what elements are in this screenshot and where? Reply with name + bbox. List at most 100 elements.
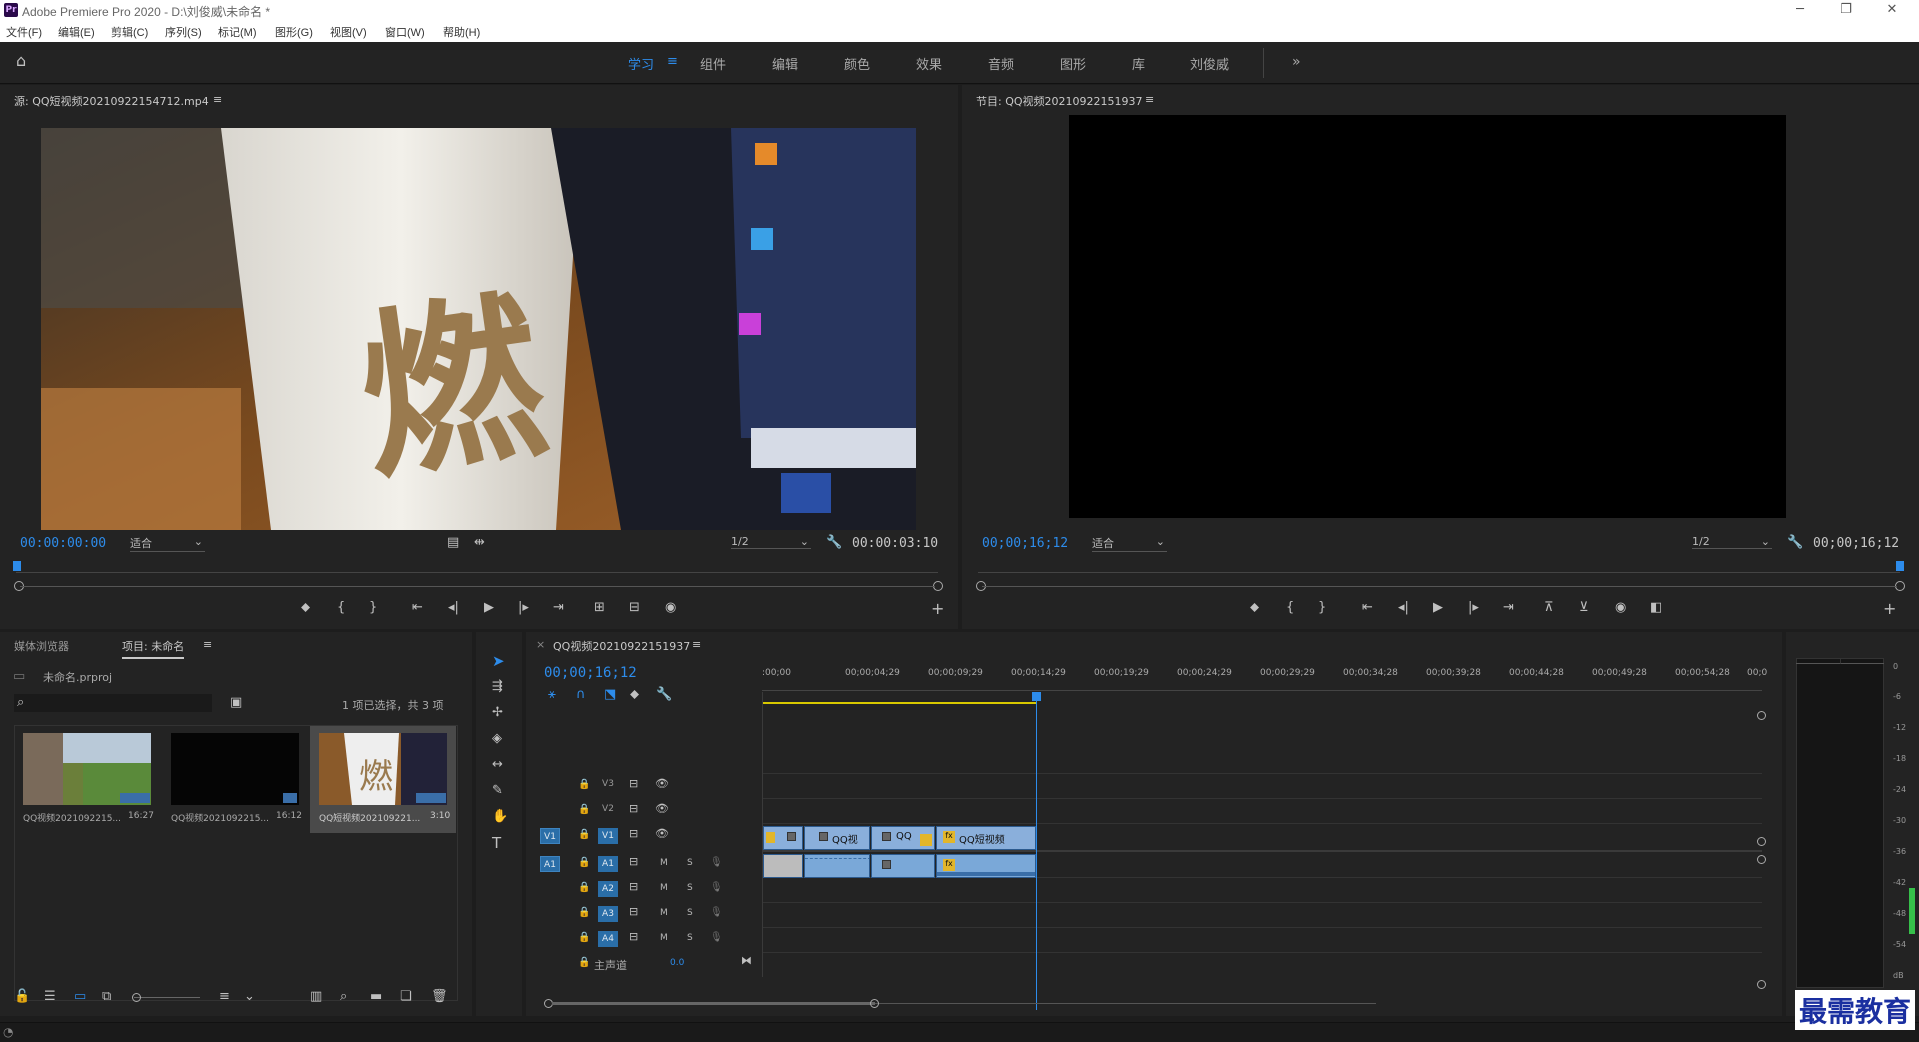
source-zoom-bar[interactable] (20, 586, 935, 587)
workspace-graphics[interactable]: 图形 (1060, 54, 1086, 73)
track-label-a3[interactable]: A3 (598, 906, 618, 922)
step-forward-icon[interactable]: |▸ (1468, 601, 1479, 615)
mark-in-icon[interactable]: { (337, 601, 345, 615)
lock-icon[interactable]: 🔒 (578, 956, 590, 970)
horizontal-scrollbar-thumb[interactable] (552, 1002, 875, 1005)
lock-icon[interactable]: 🔒 (578, 906, 590, 920)
source-playhead[interactable] (13, 561, 21, 571)
solo-button[interactable]: S (687, 933, 693, 943)
track-label-a4[interactable]: A4 (598, 931, 618, 947)
track-label-v3[interactable]: V3 (598, 779, 618, 789)
insert-clip-icon[interactable]: ⊞ (594, 601, 605, 615)
lock-icon[interactable]: 🔓 (14, 990, 30, 1004)
horizontal-zoom-handle-right[interactable] (870, 999, 879, 1008)
workspace-audio[interactable]: 音频 (988, 54, 1014, 73)
timeline-audio-clip-a1[interactable] (763, 854, 803, 878)
panel-menu-icon[interactable]: ≡ (1145, 93, 1154, 106)
sort-icon[interactable]: ≡ (219, 990, 230, 1004)
project-search-input[interactable] (14, 694, 212, 712)
menu-help[interactable]: 帮助(H) (443, 24, 480, 40)
source-scrubber[interactable] (16, 572, 938, 573)
timeline-timecode[interactable]: 00;00;16;12 (544, 665, 637, 681)
sync-lock-icon[interactable]: ⊟ (629, 777, 638, 791)
solo-button[interactable]: S (687, 883, 693, 893)
program-resolution-select[interactable]: 1/2 ⌄ (1692, 535, 1772, 549)
button-editor-icon[interactable]: + (931, 601, 944, 617)
restore-icon[interactable]: ❐ (1826, 1, 1866, 19)
step-forward-icon[interactable]: |▸ (518, 601, 529, 615)
source-patch-a1[interactable]: A1 (540, 856, 560, 872)
sync-lock-icon[interactable]: ⊟ (629, 855, 638, 869)
panel-menu-icon[interactable]: ≡ (692, 638, 701, 651)
program-fit-select[interactable]: 适合 ⌄ (1092, 535, 1167, 552)
menu-file[interactable]: 文件(F) (6, 24, 42, 40)
eye-icon[interactable]: 👁 (655, 777, 669, 791)
type-tool-icon[interactable]: T (492, 836, 501, 851)
voiceover-mic-icon[interactable]: 🎙 (710, 881, 723, 895)
add-marker-icon[interactable]: ⬥ (301, 601, 310, 615)
new-bin-from-search-icon[interactable]: ▣ (230, 696, 242, 710)
go-to-in-icon[interactable]: ⇤ (1362, 601, 1373, 615)
drag-video-icon[interactable]: ⇹ (474, 536, 485, 550)
close-sequence-icon[interactable]: × (536, 638, 545, 651)
vertical-zoom-handle[interactable] (1757, 855, 1766, 864)
ripple-edit-tool-icon[interactable]: ✢ (492, 706, 503, 720)
razor-tool-icon[interactable]: ◈ (492, 732, 502, 746)
timeline-clip-v1[interactable]: QQ视 (804, 826, 870, 850)
eye-icon[interactable]: 👁 (655, 827, 669, 841)
workspace-libraries[interactable]: 库 (1132, 54, 1145, 73)
automate-to-sequence-icon[interactable]: ▥ (310, 990, 322, 1004)
lock-icon[interactable]: 🔒 (578, 803, 590, 817)
extract-icon[interactable]: ⊻ (1579, 601, 1589, 615)
sync-lock-icon[interactable]: ⊟ (629, 827, 638, 841)
insert-icon[interactable]: ▤ (447, 536, 459, 550)
zoom-slider-handle[interactable] (132, 993, 141, 1002)
mute-button[interactable]: M (660, 933, 668, 943)
lock-icon[interactable]: 🔒 (578, 828, 590, 842)
go-to-out-icon[interactable]: ⇥ (553, 601, 564, 615)
track-label-a1[interactable]: A1 (598, 856, 618, 872)
lock-icon[interactable]: 🔒 (578, 856, 590, 870)
track-label-v1[interactable]: V1 (598, 828, 618, 844)
program-monitor-title[interactable]: 节目: QQ视频20210922151937 (976, 93, 1143, 109)
workspace-effects[interactable]: 效果 (916, 54, 942, 73)
source-patch-v1[interactable]: V1 (540, 828, 560, 844)
menu-graphics[interactable]: 图形(G) (275, 24, 313, 40)
track-select-tool-icon[interactable]: ⇶ (492, 680, 503, 694)
home-icon[interactable]: ⌂ (16, 53, 26, 69)
track-label-a2[interactable]: A2 (598, 881, 618, 897)
mute-button[interactable]: M (660, 883, 668, 893)
close-icon[interactable]: ✕ (1872, 1, 1912, 19)
sync-lock-icon[interactable]: ⊟ (629, 802, 638, 816)
workspace-custom[interactable]: 刘俊威 (1190, 54, 1229, 73)
lock-icon[interactable]: 🔒 (578, 881, 590, 895)
menu-edit[interactable]: 编辑(E) (58, 24, 95, 40)
linked-selection-icon[interactable]: ⬔ (604, 688, 616, 702)
vertical-zoom-handle[interactable] (1757, 837, 1766, 846)
timeline-clip-v1[interactable] (763, 826, 803, 850)
pen-tool-icon[interactable]: ✎ (492, 784, 503, 798)
menu-clip[interactable]: 剪辑(C) (111, 24, 148, 40)
freeform-view-icon[interactable]: ⧉ (102, 990, 111, 1004)
add-marker-icon[interactable]: ⬥ (1250, 601, 1259, 615)
go-to-end-icon[interactable]: ⧓ (741, 954, 752, 968)
program-playhead-timecode[interactable]: 00;00;16;12 (982, 536, 1068, 551)
panel-menu-icon[interactable]: ≡ (213, 93, 222, 106)
nest-toggle-icon[interactable]: ⚹ (548, 688, 556, 702)
master-volume-value[interactable]: 0.0 (670, 958, 684, 968)
program-playhead[interactable] (1896, 561, 1904, 571)
add-marker-icon[interactable]: ⬥ (630, 688, 639, 702)
track-label-v2[interactable]: V2 (598, 804, 618, 814)
menu-sequence[interactable]: 序列(S) (165, 24, 202, 40)
panel-menu-icon[interactable]: ≡ (203, 638, 212, 651)
work-area-bar[interactable] (762, 702, 1036, 704)
mute-button[interactable]: M (660, 858, 668, 868)
solo-button[interactable]: S (687, 858, 693, 868)
play-icon[interactable]: ▶ (484, 601, 494, 615)
zoom-slider[interactable] (134, 997, 200, 998)
workspace-menu-icon[interactable]: ≡ (667, 54, 678, 69)
mark-out-icon[interactable]: } (369, 601, 377, 615)
button-editor-icon[interactable]: + (1883, 601, 1896, 617)
timeline-audio-clip-a1[interactable]: fx (936, 854, 1036, 878)
list-view-icon[interactable]: ☰ (44, 990, 56, 1004)
